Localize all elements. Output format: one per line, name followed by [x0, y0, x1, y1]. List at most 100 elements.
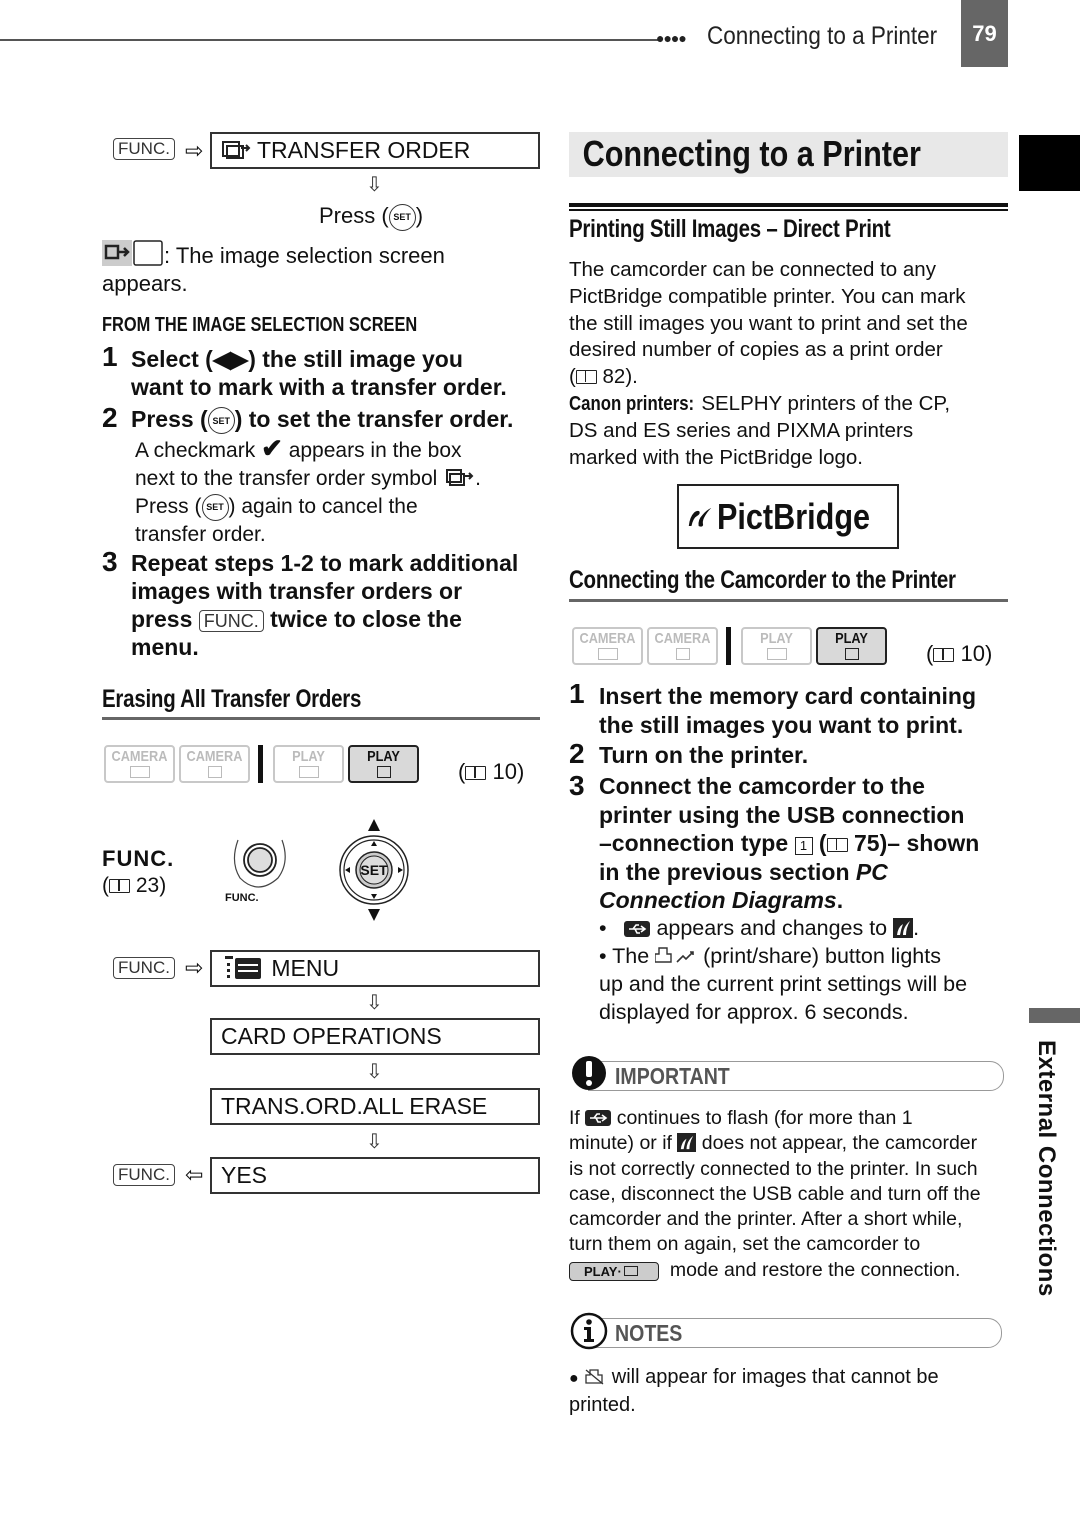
card-icon	[675, 648, 690, 660]
tape-icon	[597, 648, 618, 660]
mode-play-card: PLAY	[348, 745, 419, 783]
right-arrow-icon: ⇨	[185, 138, 204, 163]
usb-icon	[585, 1110, 612, 1126]
intro-paragraph: The camcorder can be connected to any Pi…	[569, 258, 968, 469]
book-icon	[933, 648, 955, 662]
book-icon	[826, 838, 848, 852]
pictbridge-icon	[893, 918, 914, 938]
menu-box-transfer-order: TRANSFER ORDER	[210, 132, 540, 169]
mode-separator	[726, 627, 731, 665]
book-icon	[109, 879, 130, 893]
chapter-tab-grey	[1029, 1008, 1080, 1023]
menu-box-trans-ord-all-erase: TRANS.ORD.ALL ERASE	[210, 1088, 540, 1125]
step-1-text: Select (◀▶) the still image you want to …	[131, 346, 507, 400]
mode-separator	[258, 745, 263, 783]
mode-camera-tape: CAMERA	[572, 627, 643, 665]
menu-box-label: TRANSFER ORDER	[256, 137, 471, 163]
book-icon	[465, 766, 487, 780]
down-arrow-icon: ⇩	[366, 1131, 383, 1153]
func-caption: FUNC.	[102, 846, 175, 871]
func-button-label: FUNC.	[225, 892, 259, 904]
pictbridge-logo-text: PictBridge	[716, 495, 870, 537]
mode-play-tape: PLAY	[741, 627, 812, 665]
running-header-title: Connecting to a Printer	[707, 22, 938, 50]
book-icon	[575, 370, 597, 385]
press-set-line: Press (SET)	[319, 202, 423, 231]
usb-icon	[624, 921, 651, 937]
func-key-badge: FUNC.	[113, 138, 175, 160]
heading-rule-thick	[569, 203, 1008, 207]
pictbridge-icon	[677, 1133, 697, 1153]
page-number: 79	[961, 0, 1008, 67]
printer-step-2: Turn on the printer.	[599, 742, 809, 768]
step-number: 3	[569, 770, 585, 801]
heading-rule-thin	[569, 209, 1008, 211]
func-page-reference: ( 23)	[102, 874, 167, 897]
transfer-order-icon	[446, 469, 474, 486]
play-card-mode-badge: PLAY·	[569, 1261, 659, 1281]
selection-screen-icon	[102, 240, 163, 266]
subheading-from-selection: FROM THE IMAGE SELECTION SCREEN	[102, 314, 418, 336]
direct-print-heading: Printing Still Images – Direct Print	[569, 215, 891, 243]
important-text: If continues to flash (for more than 1 m…	[569, 1107, 981, 1281]
page-title: Connecting to a Printer	[582, 133, 921, 174]
mode-camera-card: CAMERA	[179, 745, 250, 783]
func-key-badge: FUNC.	[198, 610, 264, 632]
mode-indicator: CAMERA CAMERA PLAY PLAY	[104, 745, 419, 783]
step-number: 2	[569, 738, 585, 769]
section-rule	[569, 599, 1008, 602]
set-button-icon: SET	[388, 203, 416, 231]
header-rule	[0, 39, 660, 41]
chapter-tab-marker	[1019, 135, 1080, 191]
mode-indicator: CAMERA CAMERA PLAY PLAY	[572, 627, 887, 665]
set-button-icon: SET	[201, 493, 229, 521]
printer-step-1: Insert the memory card containing the st…	[599, 683, 977, 738]
important-label: IMPORTANT	[615, 1063, 730, 1089]
tape-icon	[766, 648, 787, 660]
printer-step-3: Connect the camcorder to the printer usi…	[599, 773, 980, 913]
info-icon	[570, 1312, 608, 1350]
chapter-tab: External Connections	[1026, 1040, 1060, 1302]
selection-screen-note: : The image selection screen appears.	[102, 240, 445, 298]
joystick-set-label: SET	[360, 862, 388, 878]
erase-section-heading: Erasing All Transfer Orders	[102, 685, 362, 713]
chapter-tab-label: External Connections	[1033, 1040, 1060, 1297]
left-arrow-icon: ⇦	[185, 1162, 204, 1187]
card-icon	[376, 766, 391, 778]
down-arrow-icon: ⇩	[366, 174, 383, 196]
step-2-text: Press (SET) to set the transfer order.	[131, 405, 513, 435]
set-button-icon: SET	[207, 407, 235, 435]
tape-icon	[298, 766, 319, 778]
menu-box-yes: YES	[210, 1157, 540, 1194]
card-icon	[623, 1266, 638, 1277]
step-3-text: Repeat steps 1-2 to mark additional imag…	[131, 550, 519, 660]
cannot-print-icon	[585, 1369, 604, 1385]
notes-text: ● will appear for images that cannot be …	[569, 1366, 939, 1416]
right-arrow-icon: ⇨	[185, 955, 204, 980]
menu-box-card-operations: CARD OPERATIONS	[210, 1018, 540, 1055]
mode-play-card: PLAY	[816, 627, 887, 665]
down-arrow-icon: ⇩	[366, 1061, 383, 1083]
title-band: Connecting to a Printer	[569, 132, 1008, 177]
step-number: 1	[569, 678, 585, 709]
down-arrow-icon: ⇩	[366, 992, 383, 1014]
checkmark-icon: ✔	[261, 433, 283, 463]
mode-play-tape: PLAY	[273, 745, 344, 783]
menu-icon	[225, 956, 261, 979]
step-number: 3	[102, 546, 118, 577]
canon-printers-label: Canon printers:	[569, 391, 695, 415]
joystick-illustration[interactable]: SET	[336, 815, 416, 925]
step-2-detail: A checkmark ✔ appears in the box next to…	[135, 433, 481, 546]
menu-box-menu: MENU	[210, 950, 540, 987]
page-reference: ( 10)	[926, 641, 993, 666]
func-key-badge: FUNC.	[113, 1164, 175, 1186]
mode-camera-card: CAMERA	[647, 627, 718, 665]
notes-label: NOTES	[615, 1320, 683, 1346]
connecting-camcorder-heading: Connecting the Camcorder to the Printer	[569, 566, 956, 594]
card-icon	[844, 648, 859, 660]
bullet-icon: ●	[569, 1370, 579, 1387]
header-dots: ●●●●	[656, 30, 687, 46]
transfer-order-icon	[222, 141, 251, 159]
section-rule	[102, 717, 540, 720]
exclamation-icon	[572, 1056, 606, 1090]
